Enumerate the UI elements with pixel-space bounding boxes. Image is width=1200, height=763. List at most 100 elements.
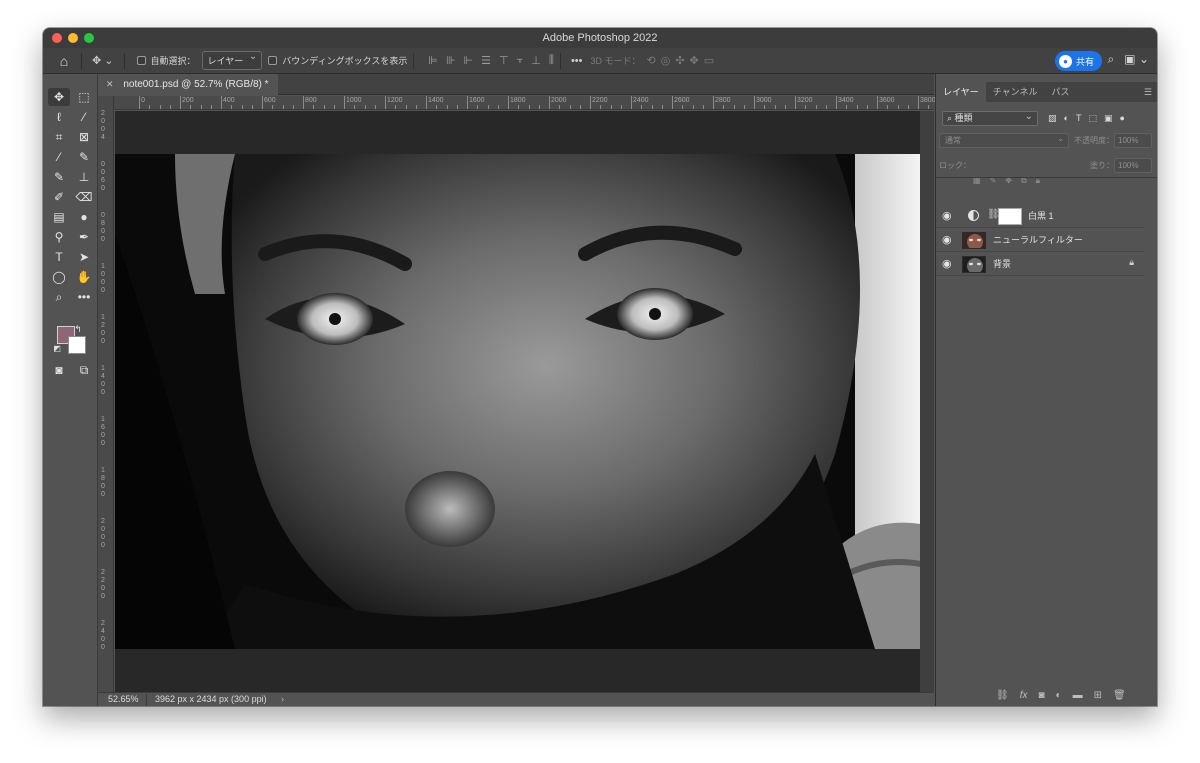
blur-tool-icon[interactable]: ● bbox=[73, 208, 95, 226]
ruler-tick bbox=[549, 96, 550, 109]
ruler-tick bbox=[569, 105, 571, 109]
swap-colors-icon[interactable]: ↰ bbox=[72, 320, 84, 338]
3d-tools-icons[interactable]: ⟲◎✣✥▭ bbox=[647, 54, 720, 67]
align-horizontal-center-icon[interactable]: ⊪ bbox=[446, 54, 456, 67]
pen-tool-icon[interactable]: ✒ bbox=[73, 228, 95, 246]
align-right-icon[interactable]: ⊩ bbox=[464, 54, 474, 67]
home-icon[interactable]: ⌂ bbox=[53, 53, 75, 69]
layer-style-icon[interactable]: fx bbox=[1020, 690, 1028, 701]
quick-select-tool-icon[interactable]: ⁄ bbox=[73, 108, 95, 126]
align-top-icon[interactable]: ⊤ bbox=[499, 54, 509, 67]
add-mask-icon[interactable]: ◙ bbox=[1038, 690, 1044, 701]
document-tab[interactable]: ✕ note001.psd @ 52.7% (RGB/8) * bbox=[98, 74, 278, 95]
layer-thumbnail bbox=[962, 232, 986, 249]
share-button[interactable]: ● 共有 bbox=[1054, 51, 1102, 71]
search-icon[interactable]: ⌕ bbox=[1108, 52, 1115, 67]
align-vertical-center-icon[interactable]: ⫟ bbox=[517, 54, 524, 67]
history-brush-tool-icon[interactable]: ✐ bbox=[48, 188, 70, 206]
lock-artboard-icon[interactable]: ⧉ bbox=[1021, 173, 1027, 188]
panel-menu-icon[interactable]: ☰ bbox=[1144, 87, 1152, 98]
visibility-eye-icon[interactable]: ◉ bbox=[942, 257, 952, 270]
filter-pixel-icon[interactable]: ▨ bbox=[1048, 113, 1057, 124]
auto-select-checkbox[interactable] bbox=[136, 56, 146, 65]
eraser-tool-icon[interactable]: ⌫ bbox=[73, 188, 95, 206]
layer-filter-dropdown[interactable]: ⌕ 種類 bbox=[942, 110, 1038, 126]
horizontal-ruler[interactable]: 0 200 400 600 800 1000 1200 1400 1600 1800 2000 220… bbox=[115, 96, 950, 110]
clone-stamp-tool-icon[interactable]: ⊥ bbox=[73, 168, 95, 186]
filter-shape-icon[interactable]: ⬚ bbox=[1088, 113, 1097, 124]
dodge-tool-icon[interactable]: ⚲ bbox=[48, 228, 70, 246]
canvas-area[interactable] bbox=[115, 111, 921, 692]
ruler-label: 0 bbox=[101, 381, 105, 388]
layer-mask-thumbnail[interactable] bbox=[998, 208, 1022, 225]
more-options-icon[interactable]: ••• bbox=[567, 55, 587, 67]
filter-smart-object-icon[interactable]: ▣ bbox=[1104, 113, 1113, 124]
vertical-ruler[interactable]: 2004006008001000120014001600180020002200… bbox=[98, 96, 114, 692]
lock-transparent-icon[interactable]: ▦ bbox=[973, 173, 981, 188]
zoom-tool-icon[interactable]: ⌕ bbox=[48, 288, 70, 306]
visibility-eye-icon[interactable]: ◉ bbox=[942, 209, 952, 222]
move-tool-preset-icon[interactable]: ✥ ⌄ bbox=[88, 54, 118, 67]
tab-paths[interactable]: パス bbox=[1044, 82, 1076, 102]
healing-brush-tool-icon[interactable]: ✎ bbox=[73, 148, 95, 166]
ruler-tick bbox=[713, 96, 714, 109]
zoom-level[interactable]: 52.65% bbox=[108, 693, 139, 706]
workspace-icon[interactable]: ▣ ⌄ bbox=[1124, 52, 1149, 67]
filter-toggle-icon[interactable]: ● bbox=[1119, 113, 1124, 124]
background-color-swatch[interactable] bbox=[68, 336, 86, 354]
divider bbox=[146, 694, 147, 706]
vertical-scrollbar[interactable] bbox=[920, 111, 934, 692]
move-tool-icon[interactable]: ✥ bbox=[48, 88, 70, 106]
edit-toolbar-icon[interactable]: ••• bbox=[73, 288, 95, 306]
marquee-tool-icon[interactable]: ⬚ bbox=[73, 88, 95, 106]
type-tool-icon[interactable]: T bbox=[48, 248, 70, 266]
path-select-tool-icon[interactable]: ➤ bbox=[73, 248, 95, 266]
lock-position-icon[interactable]: ✥ bbox=[1005, 173, 1012, 188]
quick-mask-icon[interactable]: ◙ bbox=[48, 361, 70, 379]
minimize-window-button[interactable] bbox=[68, 33, 78, 43]
lock-all-icon[interactable]: 🔒︎ bbox=[1036, 173, 1040, 188]
lock-image-icon[interactable]: ✎ bbox=[990, 173, 997, 188]
hand-tool-icon[interactable]: ✋ bbox=[73, 268, 95, 286]
auto-select-dropdown[interactable]: レイヤー bbox=[201, 51, 263, 70]
filter-type-icon[interactable]: T bbox=[1076, 113, 1082, 124]
close-window-button[interactable] bbox=[52, 33, 62, 43]
gradient-tool-icon[interactable]: ▤ bbox=[48, 208, 70, 226]
crop-tool-icon[interactable]: ⌗ bbox=[48, 128, 70, 146]
options-bar: ⌂ ✥ ⌄ 自動選択： レイヤー バウンディングボックスを表示 ⊫ ⊪ ⊩ ☰ … bbox=[43, 48, 1157, 74]
new-layer-icon[interactable]: ⊞ bbox=[1094, 690, 1102, 701]
zoom-window-button[interactable] bbox=[84, 33, 94, 43]
align-bottom-icon[interactable]: ⊥ bbox=[531, 54, 541, 67]
opacity-field[interactable]: 100% bbox=[1114, 133, 1152, 148]
frame-tool-icon[interactable]: ⊠ bbox=[73, 128, 95, 146]
layer-row-background[interactable]: ◉ 背景 🔒︎ bbox=[936, 253, 1144, 276]
document-image[interactable] bbox=[115, 154, 921, 649]
align-left-icon[interactable]: ⊫ bbox=[428, 54, 438, 67]
close-tab-icon[interactable]: ✕ bbox=[106, 79, 114, 89]
tab-layers[interactable]: レイヤー bbox=[936, 82, 986, 102]
screen-mode-icon[interactable]: ⧉ bbox=[73, 361, 95, 379]
filter-adjustment-icon[interactable]: ◐ bbox=[1064, 113, 1069, 124]
lock-icon[interactable]: 🔒︎ bbox=[1129, 257, 1134, 268]
layer-row-bw[interactable]: ◉ ⛓ 白黒 1 bbox=[936, 205, 1144, 228]
new-adjustment-layer-icon[interactable]: ◐ bbox=[1056, 690, 1062, 701]
tab-channels[interactable]: チャンネル bbox=[986, 82, 1045, 102]
ellipse-tool-icon[interactable]: ◯ bbox=[48, 268, 70, 286]
visibility-eye-icon[interactable]: ◉ bbox=[942, 233, 952, 246]
blend-mode-dropdown[interactable]: 通常 bbox=[939, 132, 1069, 148]
fill-field[interactable]: 100% bbox=[1114, 158, 1152, 173]
brush-tool-icon[interactable]: ✎ bbox=[48, 168, 70, 186]
ruler-label: 3400 bbox=[838, 97, 854, 104]
default-colors-icon[interactable]: ◩ bbox=[52, 340, 62, 358]
document-info[interactable]: 3962 px x 2434 px (300 ppi) bbox=[155, 693, 267, 706]
distribute-horizontal-icon[interactable]: ☰ bbox=[481, 54, 491, 67]
layer-row-neural-filter[interactable]: ◉ ニューラルフィルター bbox=[936, 229, 1144, 252]
link-layers-icon[interactable]: ⛓ bbox=[996, 690, 1009, 701]
status-menu-chevron-icon[interactable]: › bbox=[281, 693, 284, 706]
new-group-icon[interactable]: ▬ bbox=[1073, 690, 1083, 701]
lasso-tool-icon[interactable]: ℓ bbox=[48, 108, 70, 126]
distribute-vertical-icon[interactable]: ⫼ bbox=[549, 54, 554, 67]
bounding-box-checkbox[interactable] bbox=[268, 56, 278, 65]
eyedropper-tool-icon[interactable]: ⁄ bbox=[48, 148, 70, 166]
delete-layer-icon[interactable]: 🗑︎ bbox=[1113, 690, 1126, 701]
